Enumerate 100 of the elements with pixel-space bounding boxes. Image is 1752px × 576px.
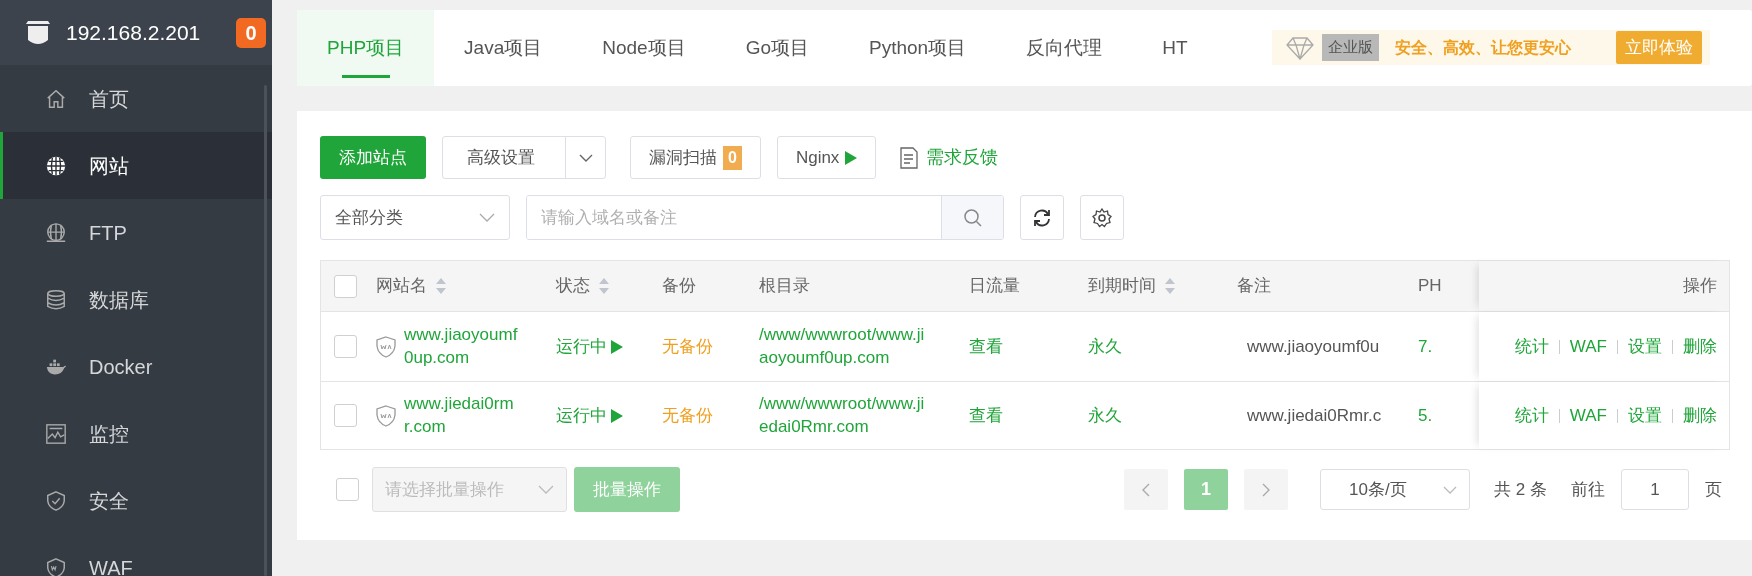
sort-icon[interactable] (598, 277, 610, 295)
sidebar-label[interactable]: 首页 (89, 83, 129, 114)
database-icon (45, 288, 67, 311)
status-link[interactable]: 运行中 (556, 402, 607, 429)
advanced-settings-label[interactable]: 高级设置 (443, 144, 559, 171)
column-header: PH (1418, 275, 1442, 298)
action-link[interactable]: WAF (1569, 333, 1607, 360)
select-all-checkbox[interactable] (334, 274, 357, 298)
count-badge: 0 (723, 145, 742, 170)
expiry-link[interactable]: 永久 (1088, 336, 1122, 356)
edition-badge: 企业版 (1322, 34, 1379, 61)
php-version-link[interactable]: 5. (1418, 405, 1433, 425)
sidebar-label[interactable]: 数据库 (89, 284, 149, 315)
tab[interactable]: Go项目 (715, 10, 839, 86)
notification-badge[interactable]: 0 (236, 17, 266, 48)
nginx-button[interactable]: Nginx (776, 136, 877, 179)
sidebar-label[interactable]: 监控 (89, 418, 129, 449)
site-link[interactable]: www.jiedai0rmr.com (404, 393, 522, 438)
page-size-select[interactable]: 10条/页 (1320, 469, 1471, 510)
sidebar-item[interactable]: 网站 (0, 132, 272, 199)
chevron-icon (538, 485, 554, 494)
search-button[interactable] (941, 196, 1003, 239)
root-path-link[interactable]: /www/wwwroot/www.jiedai0Rmr.com (759, 393, 927, 438)
sort-icon[interactable] (435, 277, 447, 295)
action-link[interactable]: 设置 (1628, 402, 1662, 429)
feedback-link[interactable]: 需求反馈 (926, 144, 999, 171)
goto-label: 前往 (1571, 478, 1605, 501)
home-icon (45, 87, 67, 110)
action-link[interactable]: WAF (1569, 402, 1607, 429)
globe-icon (45, 221, 67, 244)
sidebar-item[interactable]: 数据库 (0, 266, 272, 333)
sortable-column-header[interactable]: 到期时间 (1088, 273, 1176, 299)
sidebar-item[interactable]: 首页 (0, 65, 272, 132)
divider (1672, 408, 1673, 423)
tab[interactable]: HT (1132, 10, 1218, 86)
sidebar-label[interactable]: WAF (89, 552, 133, 576)
sidebar-label[interactable]: Docker (89, 351, 153, 382)
add-site-button[interactable]: 添加站点 (320, 136, 426, 179)
advanced-settings-dropdown[interactable]: 高级设置 (442, 136, 606, 179)
action-link[interactable]: 删除 (1683, 402, 1717, 429)
traffic-link[interactable]: 查看 (969, 405, 1003, 425)
tab[interactable]: PHP项目 (297, 10, 435, 86)
tab[interactable]: Node项目 (572, 10, 716, 86)
host-address: 192.168.2.201 (66, 19, 201, 46)
expiry-link[interactable]: 永久 (1088, 405, 1122, 425)
tab[interactable]: Java项目 (434, 10, 573, 86)
remark-text: www.jiedai0Rmr.c (1247, 405, 1382, 425)
sidebar-label[interactable]: 网站 (89, 150, 129, 181)
php-version-link[interactable]: 7. (1418, 336, 1433, 356)
sidebar-label[interactable]: FTP (89, 217, 127, 248)
next-page-button[interactable] (1244, 469, 1289, 510)
column-header: 根目录 (759, 275, 810, 298)
sortable-column-header[interactable]: 网站名 (376, 273, 447, 299)
refresh-button[interactable] (1020, 195, 1064, 240)
action-link[interactable]: 设置 (1628, 333, 1662, 360)
traffic-link[interactable]: 查看 (969, 336, 1003, 356)
document-icon (900, 146, 919, 169)
action-link[interactable]: 删除 (1683, 333, 1717, 360)
divider (1617, 339, 1618, 354)
row-checkbox[interactable] (334, 335, 357, 358)
sidebar-item[interactable]: Docker (0, 333, 272, 400)
divider (1558, 339, 1560, 354)
category-select[interactable]: 全部分类 (320, 195, 510, 240)
remark-text: www.jiaoyoumf0u (1247, 336, 1380, 356)
tab[interactable]: 反向代理 (996, 10, 1133, 86)
sidebar-label[interactable]: 安全 (89, 485, 129, 516)
column-header: 备份 (662, 275, 696, 298)
previous-page-button[interactable] (1124, 469, 1169, 510)
chevron-right-icon (1262, 482, 1271, 497)
shield-icon (45, 489, 67, 512)
search-icon (962, 208, 983, 229)
sidebar-item[interactable]: WAF (0, 534, 272, 576)
play-icon[interactable] (611, 339, 623, 354)
play-icon[interactable] (611, 408, 623, 423)
page-suffix: 页 (1705, 478, 1722, 501)
status-link[interactable]: 运行中 (556, 333, 607, 360)
sidebar-item[interactable]: 监控 (0, 400, 272, 467)
settings-button[interactable] (1080, 195, 1124, 240)
root-path-link[interactable]: /www/wwwroot/www.jiaoyoumf0up.com (759, 324, 927, 369)
action-link[interactable]: 统计 (1514, 333, 1549, 360)
search-box[interactable]: 请输入域名或备注 (526, 195, 1004, 240)
shield-icon (376, 335, 396, 358)
vulnerability-scan-button[interactable]: 漏洞扫描 0 (630, 136, 761, 179)
action-link[interactable]: 统计 (1514, 402, 1549, 429)
column-header: 操作 (1683, 275, 1717, 298)
sortable-column-header[interactable]: 状态 (556, 273, 610, 299)
row-checkbox[interactable] (334, 404, 357, 427)
globe-icon (45, 154, 67, 177)
site-link[interactable]: www.jiaoyoumf0up.com (404, 324, 522, 369)
caret-icon (578, 153, 593, 162)
divider (1617, 408, 1618, 423)
sidebar-item[interactable]: FTP (0, 199, 272, 266)
page-input[interactable]: 1 (1621, 469, 1689, 510)
chevron-icon (1443, 485, 1458, 494)
select-all-checkbox[interactable] (336, 478, 359, 501)
tab[interactable]: Python项目 (839, 10, 997, 86)
sidebar-item[interactable]: 安全 (0, 467, 272, 534)
divider (1672, 339, 1673, 354)
sort-icon[interactable] (1164, 277, 1176, 295)
promo-slogan: 安全、高效、让您更安心 (1395, 37, 1571, 58)
